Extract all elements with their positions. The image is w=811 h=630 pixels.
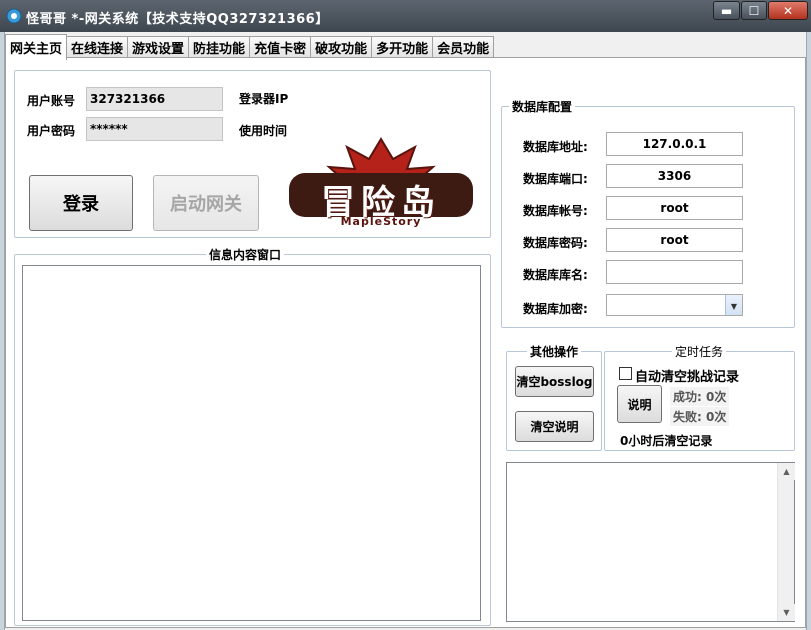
info-textarea[interactable]	[22, 265, 481, 621]
timer-task-group: 定时任务 自动清空挑战记录 说明 成功: 0次 失败: 0次 0小时后清空记录	[604, 343, 795, 451]
db-address-field[interactable]: 127.0.0.1	[606, 132, 743, 156]
timer-footer: 0小时后清空记录	[620, 434, 713, 448]
close-button[interactable]: ✕	[768, 1, 808, 20]
info-window-title: 信息内容窗口	[206, 246, 285, 263]
log-textarea[interactable]: ▲ ▼	[506, 462, 795, 622]
checkbox-icon[interactable]	[619, 367, 632, 380]
tab-multi-open[interactable]: 多开功能	[371, 36, 434, 58]
db-port-label: 数据库端口:	[523, 172, 588, 186]
db-encrypt-label: 数据库加密:	[523, 302, 588, 316]
db-address-label: 数据库地址:	[523, 140, 588, 154]
account-label: 用户账号	[27, 94, 76, 108]
password-label: 用户密码	[27, 124, 76, 138]
db-encrypt-select[interactable]: ▼	[606, 294, 743, 316]
clear-help-button[interactable]: 清空说明	[515, 411, 594, 442]
db-account-field[interactable]: root	[606, 196, 743, 220]
scroll-up-icon[interactable]: ▲	[778, 463, 795, 480]
tab-page-gateway-home: 用户账号 327321366 用户密码 ****** 登录器IP 使用时间 登录…	[5, 57, 806, 628]
tab-membership[interactable]: 会员功能	[432, 36, 495, 58]
tab-anti-cheat[interactable]: 防挂功能	[188, 36, 251, 58]
auto-clear-checkbox[interactable]: 自动清空挑战记录	[619, 366, 789, 385]
tab-gateway-home[interactable]: 网关主页	[5, 34, 68, 60]
scroll-down-icon[interactable]: ▼	[778, 604, 795, 621]
tab-break-attack[interactable]: 破攻功能	[310, 36, 373, 58]
log-scrollbar[interactable]: ▲ ▼	[777, 463, 795, 621]
title-bar[interactable]: 怪哥哥 *-网关系统【技术支持QQ327321366】 ▬ ☐ ✕	[0, 0, 811, 32]
password-field[interactable]: ******	[86, 117, 223, 141]
account-field[interactable]: 327321366	[86, 87, 223, 111]
auto-clear-label: 自动清空挑战记录	[635, 370, 740, 385]
window-client: 网关主页 在线连接 游戏设置 防挂功能 充值卡密 破攻功能 多开功能 会员功能 …	[4, 32, 807, 630]
db-password-label: 数据库密码:	[523, 236, 588, 250]
tab-strip: 网关主页 在线连接 游戏设置 防挂功能 充值卡密 破攻功能 多开功能 会员功能	[5, 34, 495, 60]
db-name-label: 数据库库名:	[523, 268, 588, 282]
tab-online-connections[interactable]: 在线连接	[66, 36, 129, 58]
login-button[interactable]: 登录	[29, 175, 133, 231]
db-name-field[interactable]	[606, 260, 743, 284]
success-count: 成功: 0次	[670, 387, 730, 406]
db-password-field[interactable]: root	[606, 228, 743, 252]
db-account-label: 数据库帐号:	[523, 204, 588, 218]
db-config-title: 数据库配置	[509, 98, 576, 115]
maplestory-logo: 冒险岛 MapleStory	[283, 137, 479, 233]
window-title: 怪哥哥 *-网关系统【技术支持QQ327321366】	[26, 12, 329, 27]
logo-subtitle: MapleStory	[340, 215, 422, 228]
other-ops-title: 其他操作	[527, 343, 582, 360]
login-group: 用户账号 327321366 用户密码 ****** 登录器IP 使用时间 登录…	[14, 70, 491, 238]
fail-count: 失败: 0次	[670, 407, 730, 426]
app-icon	[6, 8, 22, 24]
usage-time-label: 使用时间	[239, 124, 288, 138]
db-config-group: 数据库配置 数据库地址: 127.0.0.1 数据库端口: 3306 数据库帐号…	[501, 98, 795, 328]
timer-help-button[interactable]: 说明	[617, 385, 662, 423]
login-ip-label: 登录器IP	[239, 92, 289, 106]
tab-game-settings[interactable]: 游戏设置	[127, 36, 190, 58]
timer-task-title: 定时任务	[672, 343, 727, 360]
chevron-down-icon[interactable]: ▼	[725, 295, 742, 315]
info-window-group: 信息内容窗口	[14, 246, 491, 626]
other-ops-group: 其他操作 清空bosslog 清空说明	[506, 343, 602, 451]
tab-recharge-cards[interactable]: 充值卡密	[249, 36, 312, 58]
minimize-button[interactable]: ▬	[713, 1, 740, 20]
clear-bosslog-button[interactable]: 清空bosslog	[515, 366, 594, 397]
start-gateway-button[interactable]: 启动网关	[153, 175, 259, 231]
db-port-field[interactable]: 3306	[606, 164, 743, 188]
maximize-button[interactable]: ☐	[741, 1, 767, 20]
